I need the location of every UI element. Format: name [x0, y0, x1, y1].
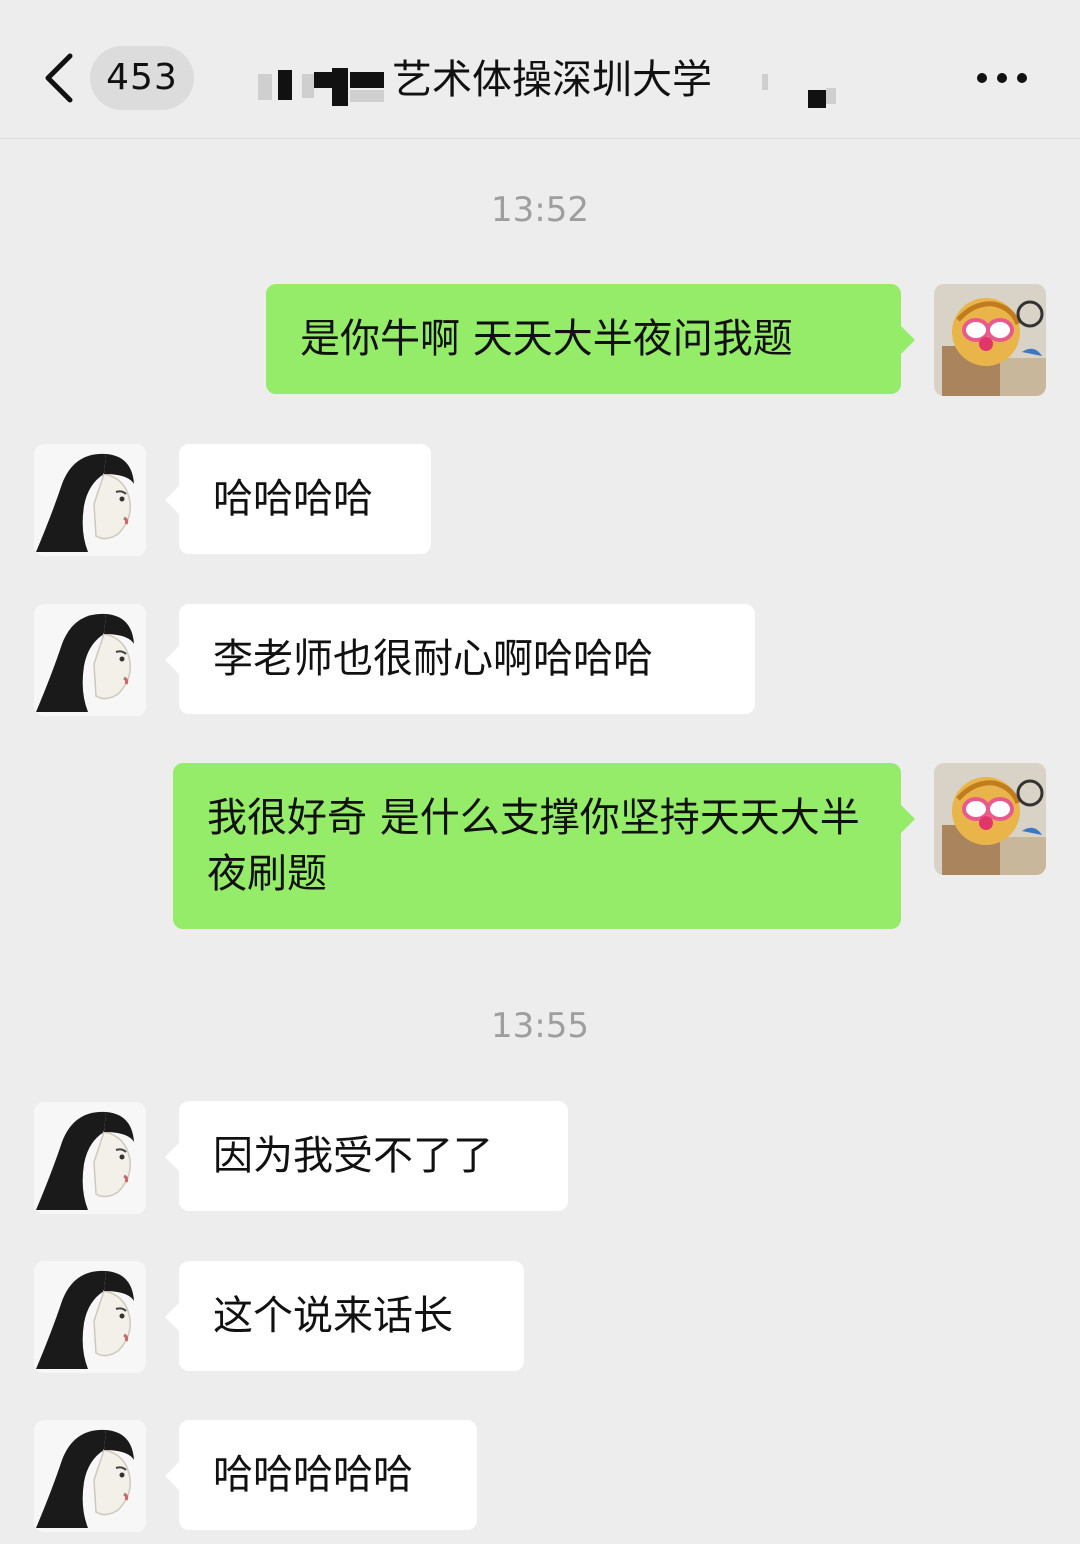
self-avatar[interactable]	[934, 284, 1046, 396]
contact-avatar[interactable]	[34, 1420, 146, 1532]
contact-avatar[interactable]	[34, 444, 146, 556]
message-bubble-outgoing[interactable]: 我很好奇 是什么支撑你坚持天天大半夜刷题	[173, 763, 915, 929]
redacted-mark	[350, 90, 384, 102]
redacted-mark	[762, 74, 768, 90]
message-bubble-outgoing[interactable]: 是你牛啊 天天大半夜问我题	[266, 284, 915, 394]
message-bubble-incoming[interactable]: 因为我受不了了	[165, 1101, 568, 1211]
redacted-mark	[302, 74, 314, 98]
self-avatar[interactable]	[934, 763, 1046, 875]
back-arrow-icon[interactable]	[40, 50, 80, 106]
message-bubble-incoming[interactable]: 哈哈哈哈	[165, 444, 431, 554]
message-text: 哈哈哈哈哈	[213, 1452, 413, 1498]
message-text: 我很好奇 是什么支撑你坚持天天大半夜刷题	[207, 795, 860, 897]
redacted-mark	[258, 74, 272, 100]
message-text: 因为我受不了了	[213, 1133, 493, 1179]
timestamp: 13:55	[491, 1006, 589, 1046]
message-bubble-incoming[interactable]: 这个说来话长	[165, 1261, 524, 1371]
contact-avatar[interactable]	[34, 1261, 146, 1373]
redacted-mark	[826, 88, 836, 104]
chat-header: 453 艺术体操深圳大学	[0, 0, 1080, 139]
redacted-mark	[350, 72, 384, 88]
redacted-mark	[332, 68, 348, 106]
contact-avatar[interactable]	[34, 1102, 146, 1214]
message-bubble-incoming[interactable]: 李老师也很耐心啊哈哈哈	[165, 604, 755, 714]
message-bubble-incoming[interactable]: 哈哈哈哈哈	[165, 1420, 477, 1530]
message-text: 李老师也很耐心啊哈哈哈	[213, 636, 653, 682]
message-text: 哈哈哈哈	[213, 476, 373, 522]
chat-title: 艺术体操深圳大学	[392, 57, 712, 103]
message-text: 这个说来话长	[213, 1293, 453, 1339]
redacted-mark	[808, 90, 826, 108]
timestamp: 13:52	[491, 190, 589, 230]
redacted-mark	[278, 70, 292, 100]
chat-title-area: 艺术体操深圳大学	[250, 48, 850, 112]
unread-count-badge[interactable]: 453	[90, 46, 194, 110]
message-text: 是你牛啊 天天大半夜问我题	[300, 316, 793, 362]
contact-avatar[interactable]	[34, 604, 146, 716]
more-options-icon[interactable]	[972, 58, 1032, 98]
